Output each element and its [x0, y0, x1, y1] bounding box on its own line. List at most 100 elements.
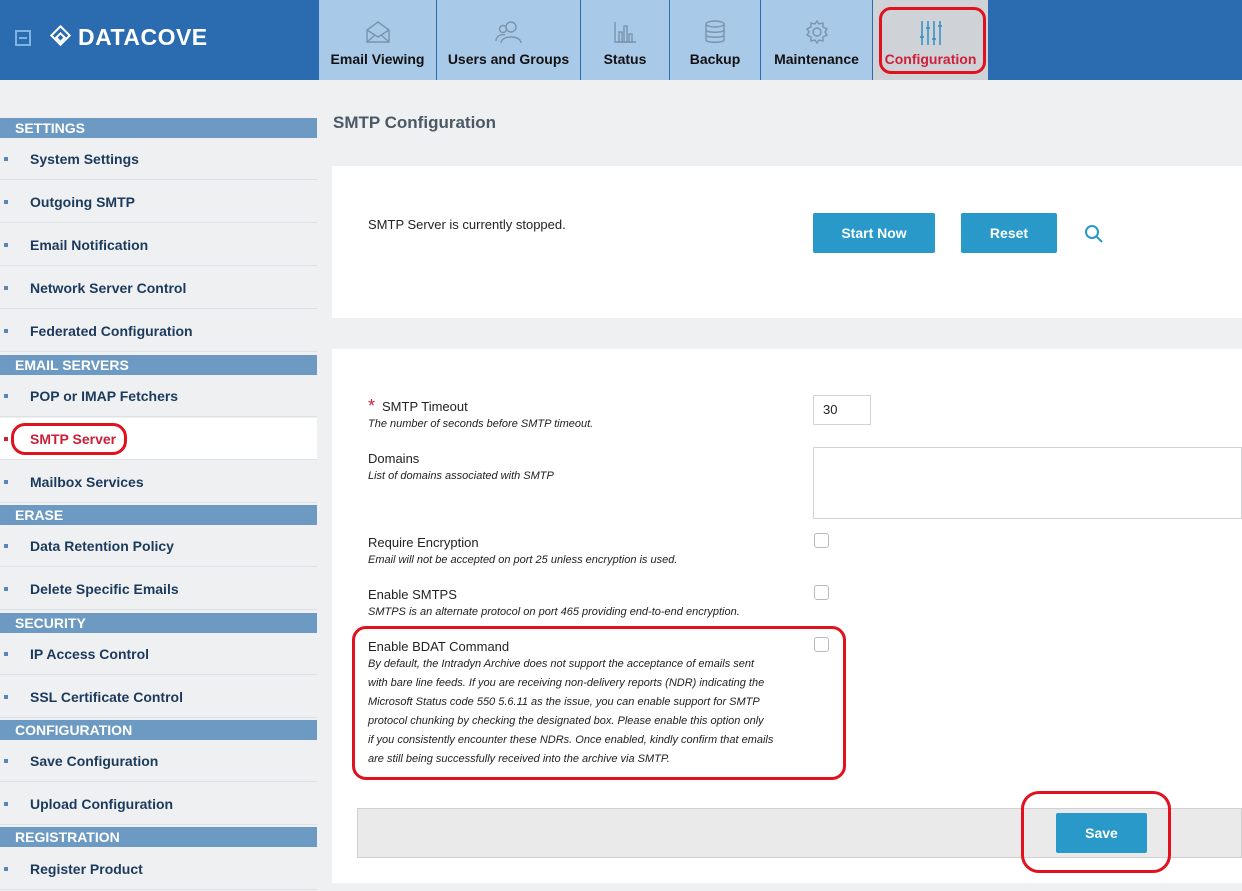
sidebar-section-settings: SETTINGS: [0, 118, 317, 138]
sidebar-item-label: SSL Certificate Control: [30, 689, 183, 705]
sidebar-item-ssl-certificate-control[interactable]: SSL Certificate Control: [0, 676, 317, 718]
bullet-icon: [4, 329, 8, 333]
enable-smtps-checkbox[interactable]: [814, 585, 829, 600]
bullet-icon: [4, 867, 8, 871]
desc-line: with bare line feeds. If you are receivi…: [368, 677, 765, 689]
desc-line: protocol chunking by checking the design…: [368, 715, 764, 727]
sidebar-section-configuration: CONFIGURATION: [0, 720, 317, 740]
page-title: SMTP Configuration: [333, 113, 497, 132]
tab-configuration[interactable]: Configuration: [873, 0, 988, 80]
bullet-icon: [4, 652, 8, 656]
server-status-text: SMTP Server is currently stopped.: [368, 217, 566, 232]
sidebar-section-security: SECURITY: [0, 613, 317, 633]
tab-label: Maintenance: [774, 51, 859, 67]
sidebar-item-register-product[interactable]: Register Product: [0, 848, 317, 890]
sidebar-item-smtp-server[interactable]: SMTP Server: [0, 418, 317, 460]
domains-desc: List of domains associated with SMTP: [368, 470, 554, 482]
sidebar-item-federated-configuration[interactable]: Federated Configuration: [0, 310, 317, 352]
sidebar-section-registration: REGISTRATION: [0, 827, 317, 847]
collapse-sidebar-icon[interactable]: [15, 30, 31, 46]
bullet-icon: [4, 544, 8, 548]
required-marker: *: [368, 396, 376, 416]
users-icon: [494, 21, 522, 44]
bullet-icon: [4, 243, 8, 247]
top-header: DATACOVE Email Viewing Users and Groups …: [0, 0, 1242, 80]
brand-area: DATACOVE: [0, 0, 318, 80]
sidebar-item-label: IP Access Control: [30, 646, 150, 662]
server-status-panel: [332, 166, 1242, 318]
require-encryption-label: Require Encryption: [368, 535, 479, 550]
sidebar-item-label: Network Server Control: [30, 280, 187, 296]
enable-smtps-label: Enable SMTPS: [368, 587, 457, 602]
brand-name: DATACOVE: [78, 24, 208, 50]
bullet-icon: [4, 587, 8, 591]
sidebar-item-label: SMTP Server: [30, 431, 117, 447]
sidebar-item-pop-imap-fetchers[interactable]: POP or IMAP Fetchers: [0, 375, 317, 417]
tab-maintenance[interactable]: Maintenance: [761, 0, 872, 80]
database-icon: [705, 20, 725, 43]
sidebar-item-label: Email Notification: [30, 237, 149, 253]
tab-label: Backup: [689, 51, 741, 67]
sidebar-item-label: Delete Specific Emails: [30, 581, 179, 597]
bullet-icon: [4, 802, 8, 806]
bullet-icon: [4, 394, 8, 398]
require-encryption-desc: Email will not be accepted on port 25 un…: [368, 554, 678, 566]
sidebar-section-email-servers: EMAIL SERVERS: [0, 355, 317, 375]
gear-icon: [805, 20, 828, 44]
smtp-timeout-desc: The number of seconds before SMTP timeou…: [368, 418, 594, 430]
enable-smtps-desc: SMTPS is an alternate protocol on port 4…: [368, 606, 740, 618]
sidebar-item-delete-specific-emails[interactable]: Delete Specific Emails: [0, 568, 317, 610]
envelope-icon: [365, 21, 390, 43]
sidebar-item-upload-configuration[interactable]: Upload Configuration: [0, 783, 317, 825]
sidebar-item-email-notification[interactable]: Email Notification: [0, 224, 317, 266]
start-now-button[interactable]: Start Now: [813, 213, 935, 253]
tab-backup[interactable]: Backup: [670, 0, 760, 80]
tab-status[interactable]: Status: [581, 0, 669, 80]
tab-label: Email Viewing: [330, 51, 425, 67]
sidebar-item-label: Federated Configuration: [30, 323, 193, 339]
sidebar-item-label: Register Product: [30, 861, 143, 877]
enable-bdat-label: Enable BDAT Command: [368, 639, 510, 654]
bullet-icon: [4, 286, 8, 290]
sliders-icon: [919, 21, 942, 45]
search-icon[interactable]: [1084, 224, 1104, 244]
tab-users-and-groups[interactable]: Users and Groups: [437, 0, 580, 80]
sidebar-item-label: Mailbox Services: [30, 474, 144, 490]
smtp-timeout-input[interactable]: 30: [813, 395, 871, 425]
save-button[interactable]: Save: [1056, 813, 1147, 853]
bullet-icon: [4, 200, 8, 204]
domains-textarea[interactable]: [813, 447, 1242, 519]
sidebar-item-system-settings[interactable]: System Settings: [0, 138, 317, 180]
desc-line: are still being successfully received in…: [368, 753, 670, 765]
smtp-timeout-label: SMTP Timeout: [382, 399, 468, 414]
reset-button[interactable]: Reset: [961, 213, 1057, 253]
sidebar-item-label: Outgoing SMTP: [30, 194, 135, 210]
sidebar-item-label: Upload Configuration: [30, 796, 174, 812]
desc-line: if you consistently encounter these NDRs…: [368, 734, 774, 746]
datacove-logo-icon: [49, 24, 72, 47]
require-encryption-checkbox[interactable]: [814, 533, 829, 548]
enable-bdat-checkbox[interactable]: [814, 637, 829, 652]
bullet-icon: [4, 759, 8, 763]
bar-chart-icon: [614, 22, 636, 43]
sidebar-item-mailbox-services[interactable]: Mailbox Services: [0, 461, 317, 503]
desc-line: By default, the Intradyn Archive does no…: [368, 658, 755, 670]
bullet-icon: [4, 695, 8, 699]
sidebar-item-label: System Settings: [30, 151, 139, 167]
bullet-icon: [4, 157, 8, 161]
sidebar-item-label: Save Configuration: [30, 753, 159, 769]
sidebar-section-erase: ERASE: [0, 505, 317, 525]
sidebar-item-outgoing-smtp[interactable]: Outgoing SMTP: [0, 181, 317, 223]
sidebar-item-label: Data Retention Policy: [30, 538, 174, 554]
domains-label: Domains: [368, 451, 420, 466]
tab-label: Configuration: [884, 51, 977, 67]
tab-label: Users and Groups: [447, 51, 570, 67]
tab-label: Status: [603, 51, 647, 67]
sidebar-item-data-retention-policy[interactable]: Data Retention Policy: [0, 525, 317, 567]
sidebar-item-save-configuration[interactable]: Save Configuration: [0, 740, 317, 782]
sidebar-item-network-server-control[interactable]: Network Server Control: [0, 267, 317, 309]
tab-email-viewing[interactable]: Email Viewing: [319, 0, 436, 80]
sidebar-item-ip-access-control[interactable]: IP Access Control: [0, 633, 317, 675]
bullet-icon: [4, 480, 8, 484]
sidebar-item-label: POP or IMAP Fetchers: [30, 388, 179, 404]
